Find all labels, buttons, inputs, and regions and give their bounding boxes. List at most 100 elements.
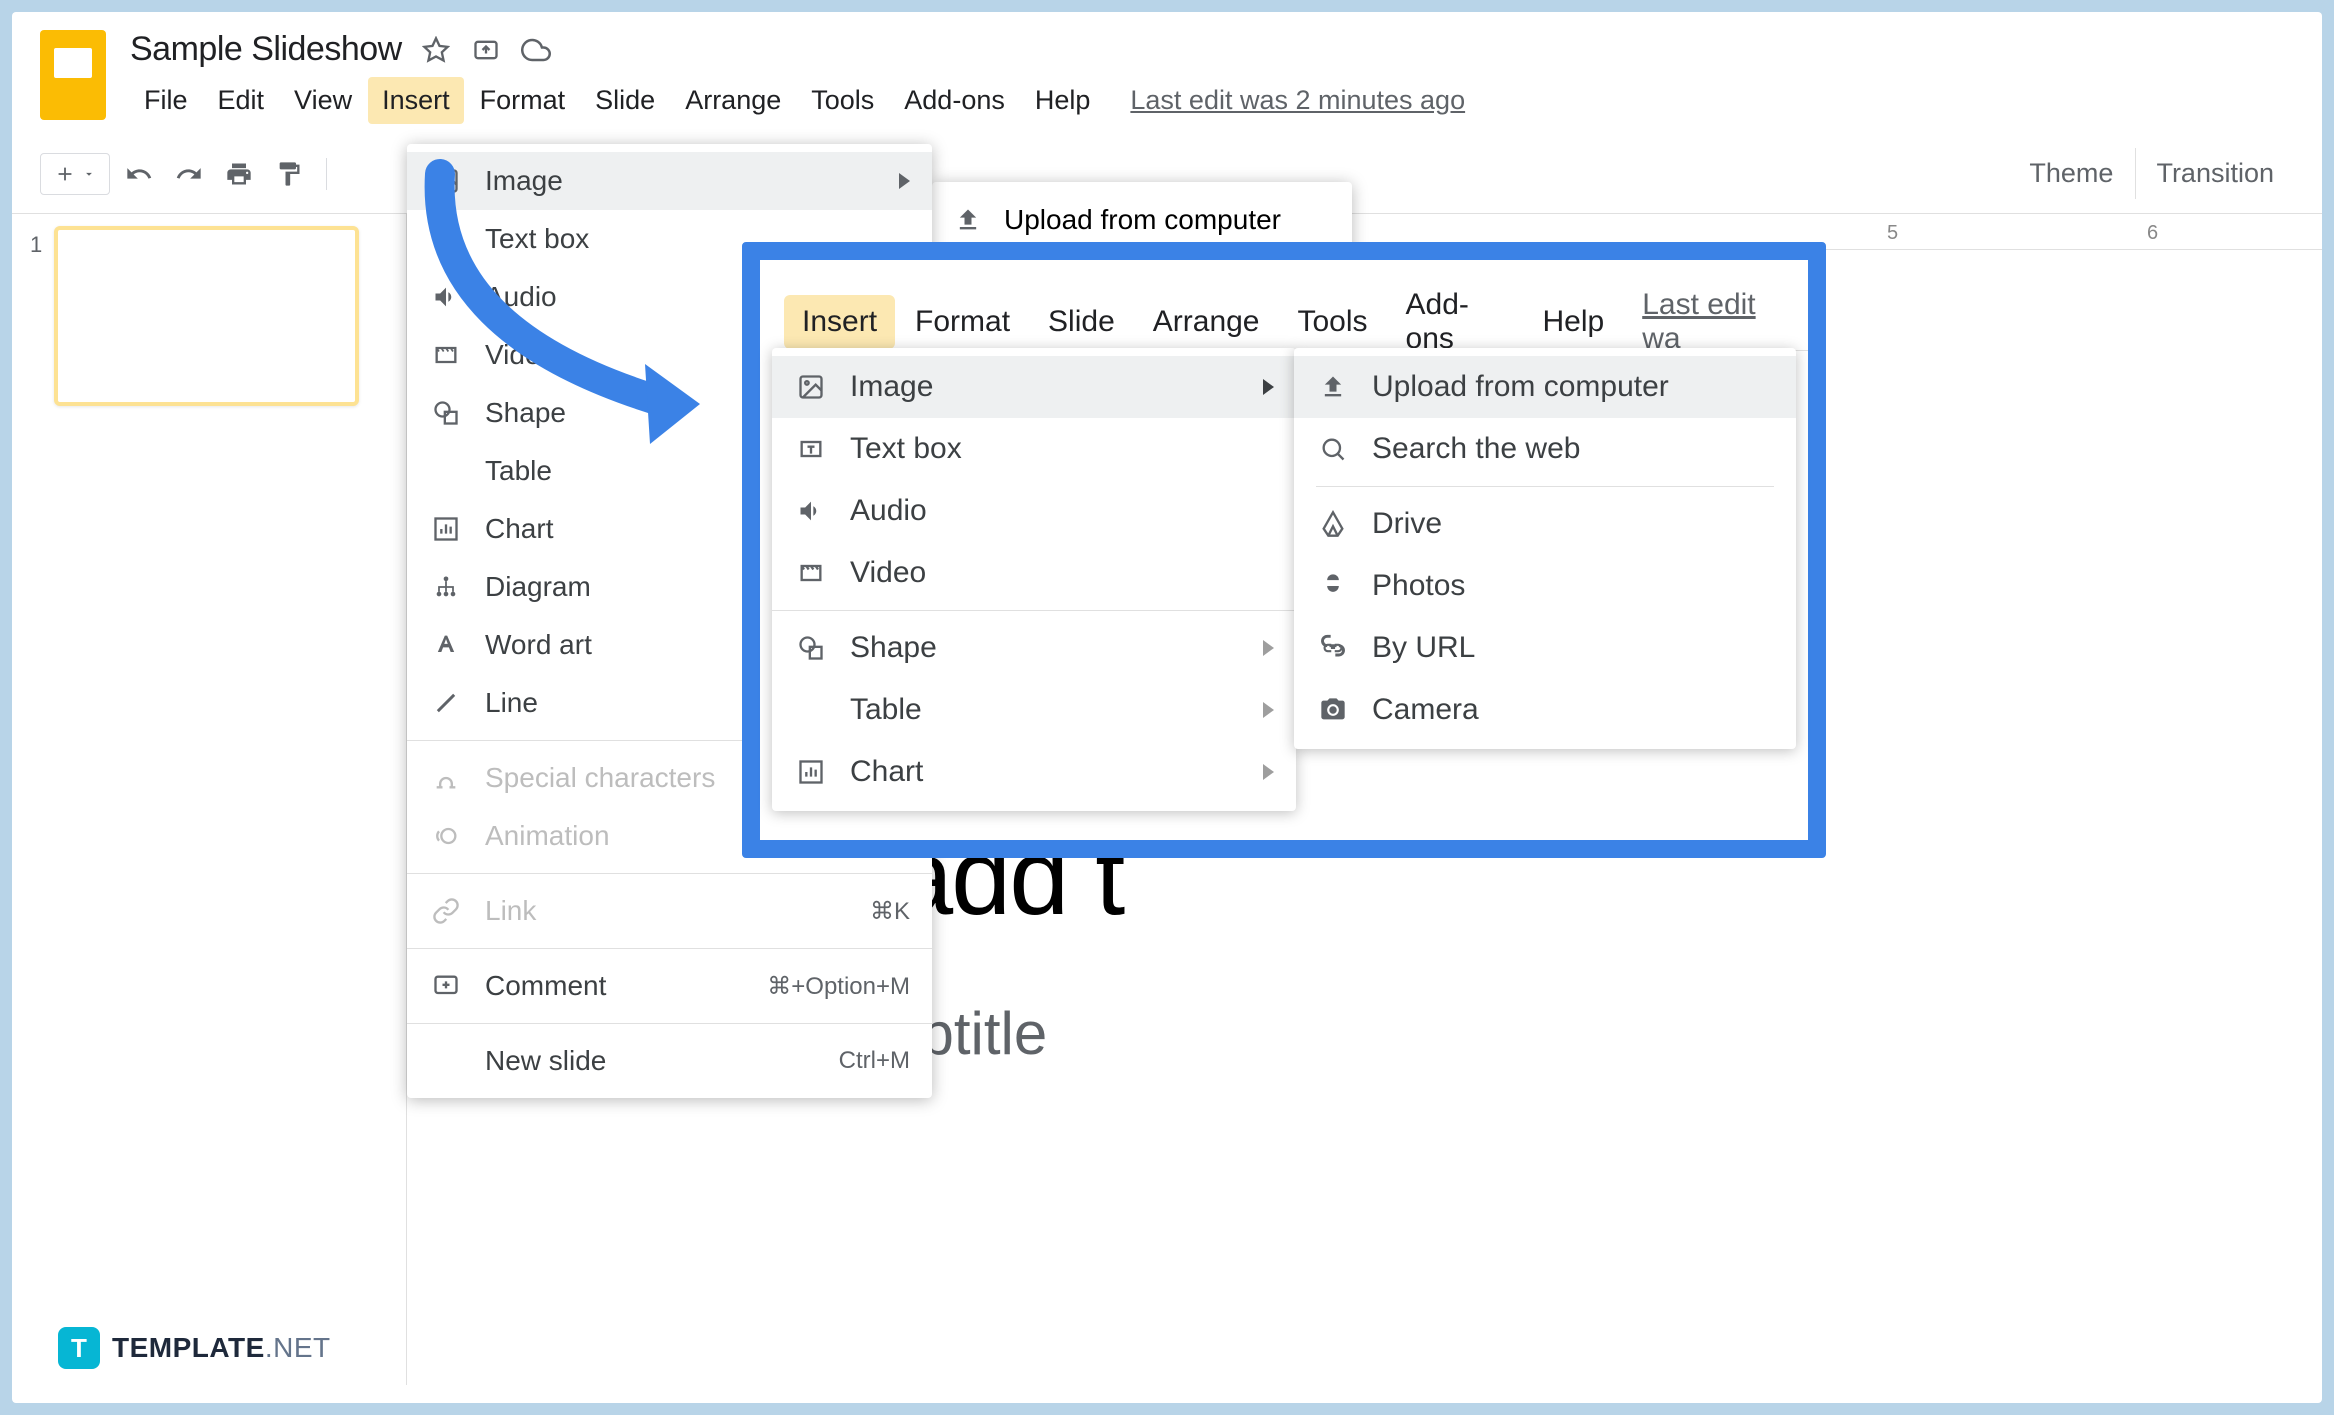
watermark: T TEMPLATE.NET (58, 1327, 331, 1369)
ov-drive-item[interactable]: Drive (1294, 493, 1796, 555)
ov-chart-label: Chart (850, 755, 923, 789)
dropdown-separator (407, 1023, 932, 1024)
link-icon (429, 894, 463, 928)
ov-by-url-item[interactable]: By URL (1294, 617, 1796, 679)
menu-format[interactable]: Format (466, 77, 580, 124)
drive-icon (1316, 507, 1350, 541)
insert-comment-item[interactable]: Comment ⌘+Option+M (407, 957, 932, 1015)
insert-comment-label: Comment (485, 970, 745, 1002)
move-icon[interactable] (470, 34, 502, 66)
doc-title[interactable]: Sample Slideshow (130, 30, 402, 69)
search-icon (1316, 432, 1350, 466)
menu-edit[interactable]: Edit (204, 77, 279, 124)
ov-camera-item[interactable]: Camera (1294, 679, 1796, 741)
new-slide-shortcut: Ctrl+M (839, 1047, 910, 1075)
menu-addons[interactable]: Add-ons (890, 77, 1019, 124)
ov-video-label: Video (850, 556, 926, 590)
audio-icon (429, 280, 463, 314)
ov-upload-item[interactable]: Upload from computer (1294, 356, 1796, 418)
shape-icon (794, 631, 828, 665)
slides-logo-icon[interactable] (40, 30, 106, 120)
toolbar-separator (326, 158, 327, 190)
ov-menu-slide[interactable]: Slide (1030, 295, 1133, 349)
print-button[interactable] (218, 153, 260, 195)
chevron-right-icon (899, 173, 910, 189)
undo-button[interactable] (118, 153, 160, 195)
slide-thumbnail[interactable] (54, 226, 359, 406)
ov-image-label: Image (850, 370, 933, 404)
transition-button[interactable]: Transition (2135, 148, 2294, 199)
ov-by-url-label: By URL (1372, 631, 1475, 665)
slide-number: 1 (30, 232, 42, 258)
chart-icon (794, 755, 828, 789)
ov-insert-chart-item[interactable]: Chart (772, 741, 1296, 803)
theme-button[interactable]: Theme (2009, 148, 2133, 199)
chevron-right-icon (1263, 379, 1274, 395)
link-shortcut: ⌘K (870, 897, 910, 926)
menu-slide[interactable]: Slide (581, 77, 669, 124)
video-icon (429, 338, 463, 372)
ov-shape-label: Shape (850, 631, 937, 665)
bg-upload-item[interactable]: Upload from computer (932, 190, 1352, 250)
ov-insert-audio-item[interactable]: Audio (772, 480, 1296, 542)
link-icon (1316, 631, 1350, 665)
ov-photos-label: Photos (1372, 569, 1465, 603)
blank-icon (794, 693, 828, 727)
watermark-text: TEMPLATE.NET (112, 1332, 331, 1364)
insert-image-item[interactable]: Image (407, 152, 932, 210)
textbox-icon (429, 222, 463, 256)
ov-search-web-item[interactable]: Search the web (1294, 418, 1796, 480)
textbox-icon (794, 432, 828, 466)
special-chars-icon (429, 761, 463, 795)
blank-icon (429, 454, 463, 488)
header-content: Sample Slideshow File Edit View Insert F… (130, 30, 2294, 124)
last-edit-link[interactable]: Last edit was 2 minutes ago (1130, 85, 1465, 116)
ov-last-edit[interactable]: Last edit wa (1642, 288, 1784, 356)
dropdown-separator (1316, 486, 1774, 487)
insert-link-item: Link ⌘K (407, 882, 932, 940)
menu-arrange[interactable]: Arrange (671, 77, 795, 124)
ov-textbox-label: Text box (850, 432, 962, 466)
ov-insert-image-item[interactable]: Image (772, 356, 1296, 418)
bg-upload-label: Upload from computer (1004, 204, 1281, 236)
chart-icon (429, 512, 463, 546)
chevron-right-icon (1263, 640, 1274, 656)
title-row: Sample Slideshow (130, 30, 2294, 69)
photos-icon (1316, 569, 1350, 603)
dropdown-separator (407, 873, 932, 874)
cloud-icon[interactable] (520, 34, 552, 66)
image-icon (429, 164, 463, 198)
ov-menu-format[interactable]: Format (897, 295, 1028, 349)
ov-camera-label: Camera (1372, 693, 1479, 727)
ov-menu-arrange[interactable]: Arrange (1135, 295, 1278, 349)
ov-insert-dropdown: Image Text box Audio Video Shape (772, 348, 1296, 811)
menu-tools[interactable]: Tools (797, 77, 888, 124)
ov-upload-label: Upload from computer (1372, 370, 1669, 404)
chevron-right-icon (1263, 764, 1274, 780)
new-slide-button[interactable] (40, 153, 110, 195)
ov-insert-table-item[interactable]: Table (772, 679, 1296, 741)
menu-help[interactable]: Help (1021, 77, 1105, 124)
ov-insert-shape-item[interactable]: Shape (772, 617, 1296, 679)
ov-insert-textbox-item[interactable]: Text box (772, 418, 1296, 480)
ov-menu-tools[interactable]: Tools (1280, 295, 1386, 349)
blank-icon (429, 1044, 463, 1078)
slide-sidebar: 1 (12, 214, 407, 1385)
menubar: File Edit View Insert Format Slide Arran… (130, 77, 2294, 124)
insert-new-slide-item[interactable]: New slide Ctrl+M (407, 1032, 932, 1090)
star-icon[interactable] (420, 34, 452, 66)
image-icon (794, 370, 828, 404)
menu-file[interactable]: File (130, 77, 202, 124)
ov-photos-item[interactable]: Photos (1294, 555, 1796, 617)
ov-menu-help[interactable]: Help (1525, 295, 1623, 349)
toolbar-right: Theme Transition (2009, 148, 2294, 199)
redo-button[interactable] (168, 153, 210, 195)
menu-view[interactable]: View (280, 77, 366, 124)
comment-icon (429, 969, 463, 1003)
paint-format-button[interactable] (268, 153, 310, 195)
camera-icon (1316, 693, 1350, 727)
menu-insert[interactable]: Insert (368, 77, 464, 124)
ov-menu-insert[interactable]: Insert (784, 295, 895, 349)
insert-image-label: Image (485, 165, 877, 197)
ov-insert-video-item[interactable]: Video (772, 542, 1296, 604)
